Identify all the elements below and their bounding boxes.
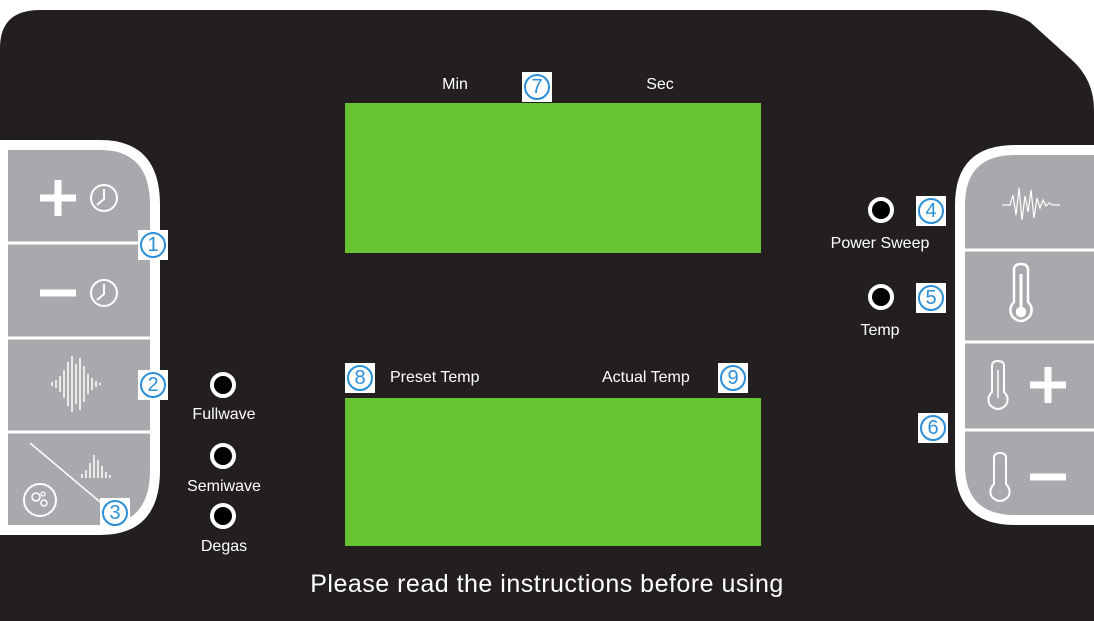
callout-7: 7 [522, 72, 552, 102]
callout-9: 9 [718, 363, 748, 393]
callout-2: 2 [138, 370, 168, 400]
fullwave-indicator[interactable] [210, 372, 236, 398]
fullwave-label: Fullwave [192, 406, 256, 423]
temp-down-button[interactable] [965, 431, 1094, 515]
time-down-button[interactable] [8, 244, 152, 338]
power-sweep-label: Power Sweep [830, 235, 930, 252]
instructions-note: Please read the instructions before usin… [310, 570, 784, 598]
callout-6: 6 [918, 413, 948, 443]
degas-label: Degas [200, 538, 248, 555]
temp-indicator[interactable] [868, 284, 894, 310]
semiwave-indicator[interactable] [210, 443, 236, 469]
callout-5: 5 [916, 283, 946, 313]
power-sweep-button[interactable] [965, 155, 1094, 250]
semiwave-label: Semiwave [187, 478, 261, 495]
temp-button[interactable] [962, 251, 1094, 342]
degas-button[interactable] [8, 433, 152, 525]
callout-4: 4 [916, 196, 946, 226]
power-sweep-indicator[interactable] [868, 197, 894, 223]
temp-label: Temp [860, 322, 900, 339]
actual-temp-label: Actual Temp [602, 369, 690, 386]
callout-3: 3 [100, 498, 130, 528]
time-display [345, 103, 761, 253]
callout-1: 1 [138, 230, 168, 260]
preset-temp-label: Preset Temp [390, 369, 480, 386]
min-label: Min [442, 76, 468, 93]
temp-up-button[interactable] [962, 343, 1094, 430]
degas-indicator[interactable] [210, 503, 236, 529]
wave-mode-button[interactable] [8, 339, 152, 432]
sec-label: Sec [646, 76, 674, 93]
callout-8: 8 [345, 363, 375, 393]
temperature-display [345, 398, 761, 546]
time-up-button[interactable] [8, 150, 152, 243]
